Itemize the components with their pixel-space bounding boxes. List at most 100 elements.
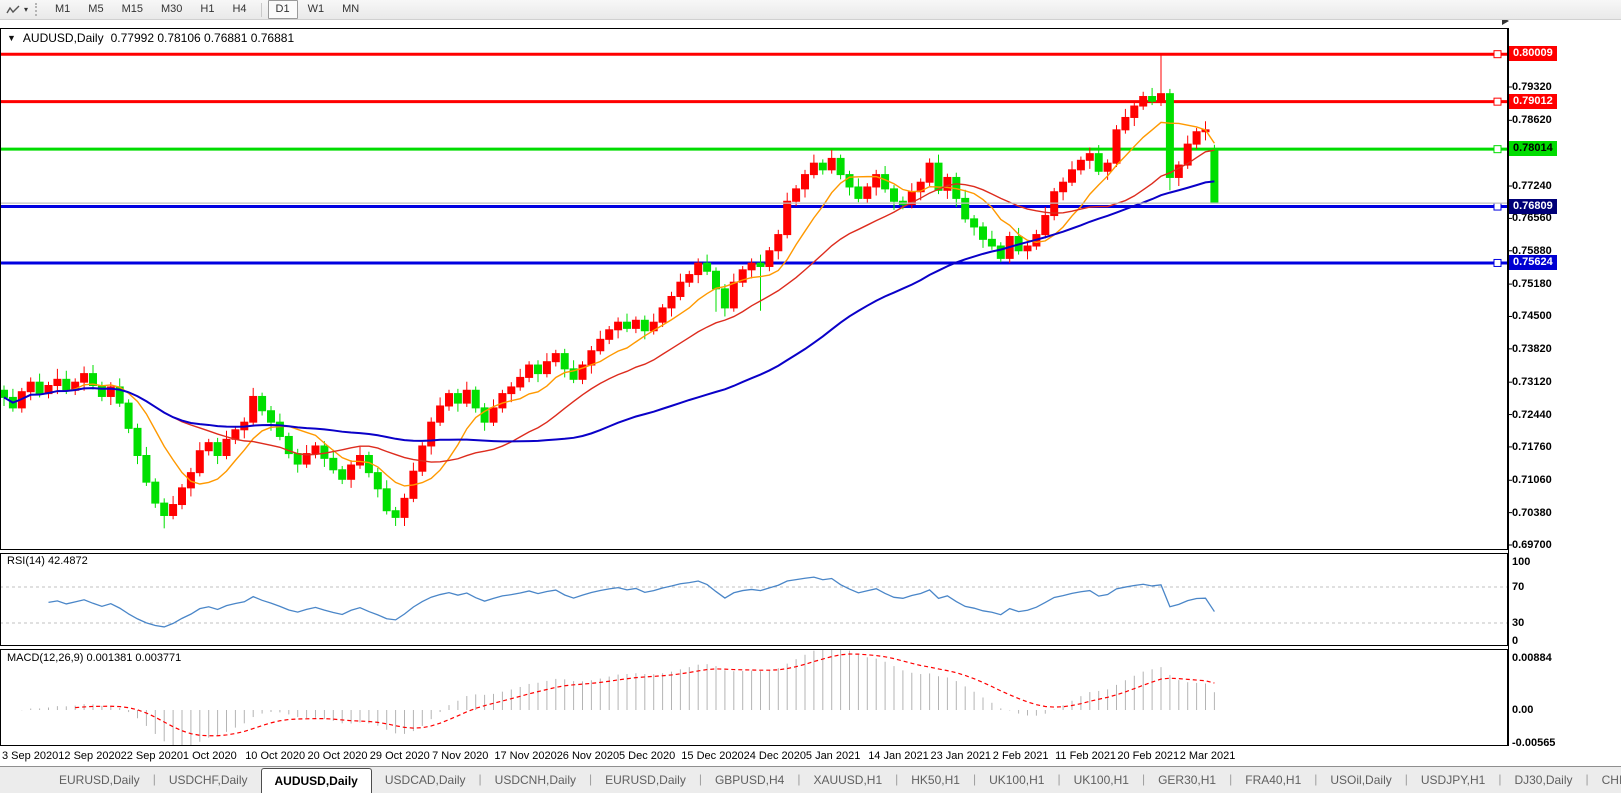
chart-plot[interactable] (0, 0, 1621, 793)
symbol-tab-dj30-daily[interactable]: DJ30,Daily (1501, 767, 1585, 793)
candle-body (1140, 97, 1147, 107)
candle-body (259, 396, 266, 410)
candle-body (437, 406, 444, 422)
candle-body (704, 263, 711, 271)
symbol-tab-gbpusd-h4[interactable]: GBPUSD,H4 (702, 767, 797, 793)
timeframe-button-h1[interactable]: H1 (192, 0, 222, 19)
symbol-tab-eurusd-daily[interactable]: EURUSD,Daily (46, 767, 153, 793)
line-end-marker[interactable] (1494, 98, 1501, 105)
price-tick: 0.72440 (1512, 408, 1552, 422)
symbol-tab-usdcnh-daily[interactable]: USDCNH,Daily (482, 767, 589, 793)
dropdown-caret-icon[interactable]: ▾ (23, 5, 32, 14)
timeframe-button-d1[interactable]: D1 (268, 0, 298, 19)
symbol-tab-eurusd-daily[interactable]: EURUSD,Daily (592, 767, 699, 793)
symbol-tab-usdjpy-h1[interactable]: USDJPY,H1 (1408, 767, 1498, 793)
line-studies-icon[interactable] (0, 1, 23, 19)
candle-body (1149, 97, 1156, 102)
candle-body (1024, 246, 1031, 251)
timeframe-button-m30[interactable]: M30 (153, 0, 190, 19)
candle-body (552, 354, 559, 362)
candle-body (1, 390, 8, 397)
candle-body (36, 382, 43, 393)
candle-body (196, 451, 203, 473)
candle-body (1122, 117, 1129, 129)
date-tick: 20 Feb 2021 (1117, 749, 1179, 764)
candle-body (677, 282, 684, 296)
timeframe-button-h4[interactable]: H4 (224, 0, 254, 19)
symbol-tab-china300-h1[interactable]: CHINA300,H1 (1589, 767, 1621, 793)
candle-body (721, 289, 728, 308)
rsi-tick: 100 (1512, 555, 1530, 569)
candle-body (27, 382, 34, 392)
timeframe-button-m1[interactable]: M1 (47, 0, 78, 19)
date-tick: 10 Oct 2020 (245, 749, 305, 764)
rsi-tick: 0 (1512, 634, 1518, 648)
collapse-triangle-icon[interactable]: ▼ (7, 33, 16, 43)
timeframe-button-mn[interactable]: MN (334, 0, 367, 19)
candle-body (419, 446, 426, 471)
symbol-tab-xauusd-h1[interactable]: XAUUSD,H1 (800, 767, 895, 793)
line-end-marker[interactable] (1494, 203, 1501, 210)
candle-body (179, 488, 186, 505)
hline-price-label: 0.80009 (1509, 46, 1557, 61)
candle-body (819, 163, 826, 170)
symbol-tab-usoil-daily[interactable]: USOil,Daily (1317, 767, 1404, 793)
candle-body (214, 443, 221, 456)
candle-body (268, 411, 275, 422)
price-tick: 0.71060 (1512, 473, 1552, 487)
rsi-tick: 30 (1512, 616, 1524, 630)
candle-body (1069, 170, 1076, 182)
candle-body (1095, 154, 1102, 172)
candle-body (668, 296, 675, 307)
candle-body (659, 308, 666, 322)
symbol-tab-usdchf-daily[interactable]: USDCHF,Daily (156, 767, 261, 793)
toolbar-grip (35, 3, 39, 16)
candle-body (125, 403, 132, 428)
candle-body (597, 339, 604, 350)
candle-body (81, 374, 88, 383)
line-end-marker[interactable] (1494, 259, 1501, 266)
candle-body (374, 473, 381, 489)
candle-body (713, 271, 720, 289)
candle-body (499, 394, 506, 408)
candle-body (134, 428, 141, 455)
line-end-marker[interactable] (1494, 146, 1501, 153)
timeframe-button-m15[interactable]: M15 (114, 0, 151, 19)
candle-body (935, 163, 942, 190)
candle-body (63, 379, 70, 390)
date-tick: 3 Sep 2020 (2, 749, 58, 764)
price-tick: 0.70380 (1512, 506, 1552, 520)
date-tick: 2 Feb 2021 (993, 749, 1049, 764)
price-tick: 0.74500 (1512, 309, 1552, 323)
line-end-marker[interactable] (1494, 51, 1501, 58)
candle-body (641, 320, 648, 330)
candle-body (205, 443, 212, 451)
date-tick: 11 Feb 2021 (1055, 749, 1116, 764)
symbol-tab-audusd-daily[interactable]: AUDUSD,Daily (261, 768, 372, 793)
candle-body (508, 387, 515, 394)
candle-body (980, 227, 987, 239)
candle-body (490, 408, 497, 422)
symbol-tab-usdcad-daily[interactable]: USDCAD,Daily (372, 767, 479, 793)
rsi-label: RSI(14) 42.4872 (7, 555, 88, 567)
symbol-tab-hk50-h1[interactable]: HK50,H1 (898, 767, 973, 793)
candle-body (828, 158, 835, 169)
symbol-tab-fra40-h1[interactable]: FRA40,H1 (1232, 767, 1314, 793)
date-tick: 24 Dec 2020 (744, 749, 806, 764)
symbol-tab-uk100-h1[interactable]: UK100,H1 (976, 767, 1057, 793)
timeframe-button-w1[interactable]: W1 (300, 0, 333, 19)
macd-tick: -0.00565 (1512, 736, 1555, 750)
candle-body (882, 175, 889, 189)
candle-body (748, 263, 755, 270)
candle-body (784, 201, 791, 234)
candle-body (348, 465, 355, 479)
symbol-tab-ger30-h1[interactable]: GER30,H1 (1145, 767, 1229, 793)
symbol-tab-uk100-h1[interactable]: UK100,H1 (1061, 767, 1142, 793)
candle-body (793, 189, 800, 201)
timeframe-button-m5[interactable]: M5 (80, 0, 111, 19)
candle-body (517, 377, 524, 387)
hline-price-label: 0.76809 (1509, 199, 1557, 214)
hline-price-label: 0.79012 (1509, 94, 1557, 109)
mid-ma-line (4, 150, 1214, 462)
candle-body (624, 322, 631, 328)
